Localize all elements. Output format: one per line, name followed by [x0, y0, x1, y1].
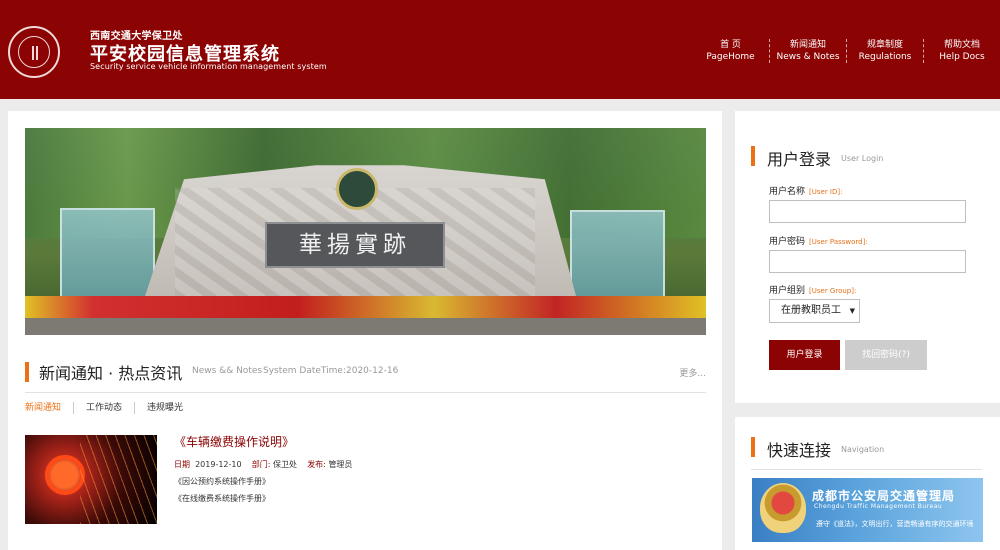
news-section-title-en: News && Notes	[192, 366, 263, 376]
nav-item-label: 规章制度	[866, 40, 903, 50]
divider	[751, 469, 982, 470]
nav-item-news[interactable]: 新闻通知 News & Notes	[769, 39, 846, 63]
system-datetime: System DateTime:2020-12-16	[263, 366, 399, 376]
publisher-label: 发布:	[307, 460, 326, 469]
login-panel: 用户登录 User Login 用户名称 [User ID]: 用户密码 [User…	[735, 111, 1000, 403]
section-accent-bar	[751, 437, 755, 457]
nav-item-label: 首 页	[720, 40, 741, 50]
traffic-bureau-link[interactable]: 成都市公安局交通管理局 Chengdu Traffic Management B…	[752, 478, 983, 542]
news-section-header: 新闻通知 · 热点资讯 News && Notes System DateTim…	[25, 358, 706, 393]
news-dept: 保卫处	[273, 460, 298, 469]
dept-label: 部门:	[251, 460, 271, 469]
university-logo-icon	[8, 26, 60, 78]
password-input[interactable]	[769, 250, 966, 273]
nav-item-label: 新闻通知	[789, 40, 826, 50]
campus-banner-image: 華揚實跡	[25, 128, 706, 335]
tab-work-updates[interactable]: 工作动态	[73, 402, 134, 414]
traffic-bureau-name-en: Chengdu Traffic Management Bureau	[814, 503, 943, 510]
date-label: 日期	[174, 460, 190, 469]
main-content: 華揚實跡 新闻通知 · 热点资讯 News && Notes System Da…	[8, 111, 722, 550]
main-nav: 首 页 PageHome 新闻通知 News & Notes 规章制度 Regu…	[692, 39, 1000, 63]
login-title: 用户登录	[767, 150, 832, 169]
password-hint: [User Password]:	[809, 238, 868, 246]
news-publisher: 管理员	[328, 460, 353, 469]
login-title-en: User Login	[841, 154, 884, 163]
more-link[interactable]: 更多...	[679, 366, 706, 379]
news-item-title[interactable]: 《车辆缴费操作说明》	[174, 433, 294, 450]
chevron-down-icon: ▼	[849, 307, 855, 315]
nav-item-regulations[interactable]: 规章制度 Regulations	[846, 39, 923, 63]
nav-item-label-en: News & Notes	[776, 52, 840, 62]
quick-links-title: 快速连接	[767, 441, 832, 460]
news-sublink[interactable]: 《因公预约系统操作手册》	[174, 476, 270, 487]
monument-plaque: 華揚實跡	[265, 222, 445, 268]
system-subtitle: Security service vehicle information man…	[90, 62, 327, 71]
emblem-icon	[336, 168, 378, 210]
police-badge-icon	[760, 483, 806, 533]
nav-item-label-en: Help Docs	[939, 52, 985, 62]
username-label-text: 用户名称	[769, 187, 806, 197]
nav-item-label-en: Regulations	[858, 52, 912, 62]
username-input[interactable]	[769, 200, 966, 223]
login-button[interactable]: 用户登录	[769, 340, 840, 370]
nav-item-label-en: PageHome	[706, 52, 755, 62]
site-header: 西南交通大学保卫处 平安校园信息管理系统 Security service ve…	[0, 0, 1000, 99]
password-label-text: 用户密码	[769, 237, 806, 247]
tab-news[interactable]: 新闻通知	[25, 402, 73, 414]
news-thumbnail[interactable]	[25, 435, 157, 524]
group-label: 用户组别 [User Group]:	[769, 283, 856, 296]
nav-item-label: 帮助文档	[943, 40, 980, 50]
find-password-button[interactable]: 找回密码(?)	[845, 340, 927, 370]
group-hint: [User Group]:	[809, 287, 857, 295]
section-accent-bar	[751, 146, 755, 166]
traffic-bureau-slogan: 遵守《道法》，文明出行，营造畅通有序的交通环境	[816, 520, 974, 528]
password-label: 用户密码 [User Password]:	[769, 234, 868, 247]
nav-item-home[interactable]: 首 页 PageHome	[692, 39, 769, 63]
group-label-text: 用户组别	[769, 286, 806, 296]
news-date: 2019-12-10	[195, 460, 242, 469]
traffic-bureau-name: 成都市公安局交通管理局	[812, 489, 956, 503]
user-group-value: 在册教职员工	[781, 305, 841, 316]
username-hint: [User ID]:	[809, 188, 843, 196]
tab-violations[interactable]: 违规曝光	[134, 402, 195, 414]
username-label: 用户名称 [User ID]:	[769, 184, 842, 197]
news-section-title: 新闻通知 · 热点资讯	[39, 364, 183, 383]
user-group-select[interactable]: 在册教职员工 ▼	[769, 299, 860, 323]
quick-links-title-en: Navigation	[841, 445, 885, 454]
news-tabs: 新闻通知 工作动态 违规曝光	[25, 402, 195, 414]
section-accent-bar	[25, 362, 29, 382]
nav-item-help[interactable]: 帮助文档 Help Docs	[923, 39, 1000, 63]
quick-links-panel: 快速连接 Navigation 成都市公安局交通管理局 Chengdu Traf…	[735, 417, 1000, 550]
news-item-meta: 日期 2019-12-10 部门: 保卫处 发布: 管理员	[174, 459, 352, 470]
news-sublink[interactable]: 《在线缴费系统操作手册》	[174, 493, 270, 504]
